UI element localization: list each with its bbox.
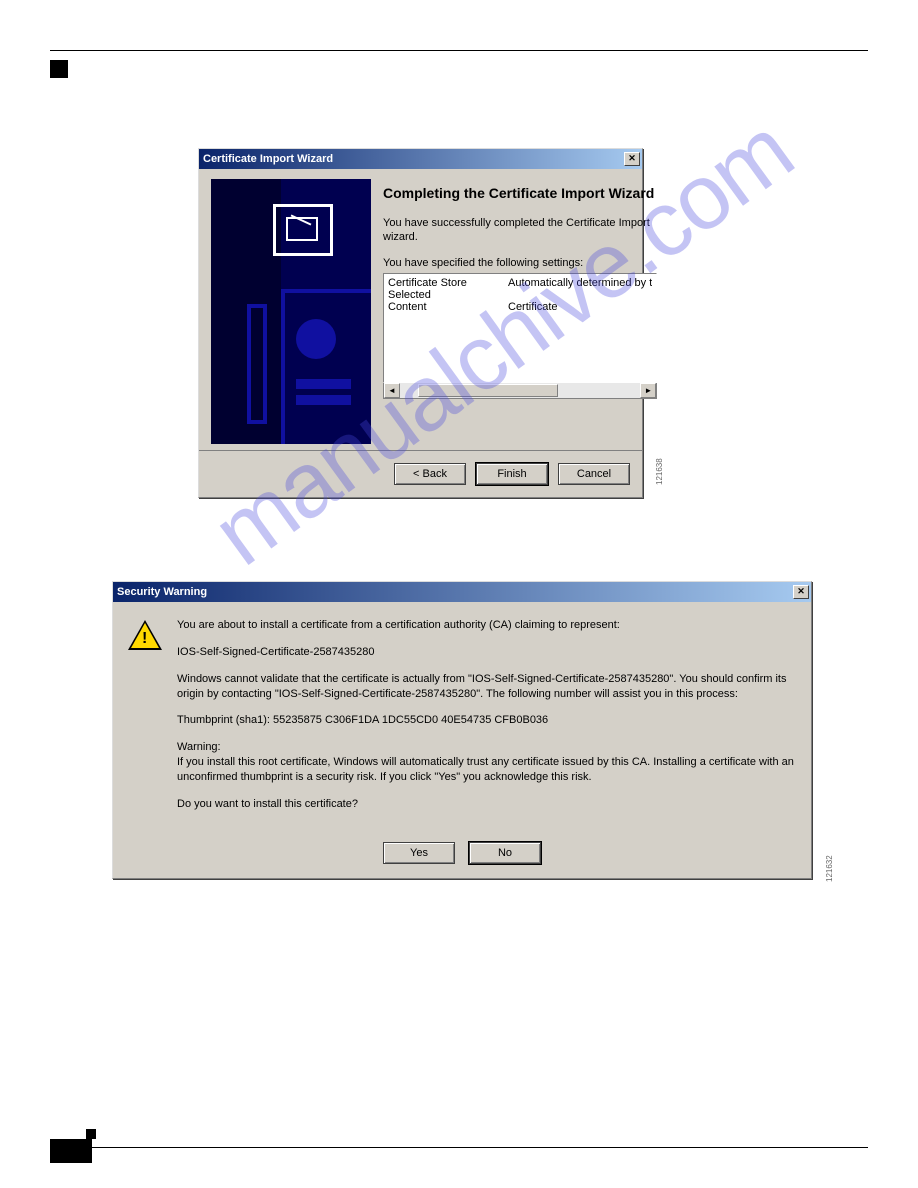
scroll-right-icon[interactable]: ► <box>640 383 656 398</box>
wizard-title-text: Certificate Import Wizard <box>203 153 333 165</box>
warning-button-row: Yes No <box>113 836 811 878</box>
wizard-settings-list: Certificate Store Selected Automatically… <box>383 273 657 383</box>
wizard-sidebar-graphic <box>211 179 371 444</box>
settings-key: Certificate Store Selected <box>388 277 508 301</box>
wizard-main: Completing the Certificate Import Wizard… <box>383 179 657 444</box>
scroll-left-icon[interactable]: ◄ <box>384 383 400 398</box>
warning-question: Do you want to install this certificate? <box>177 797 795 812</box>
warning-validate-text: Windows cannot validate that the certifi… <box>177 672 795 702</box>
wizard-body: Completing the Certificate Import Wizard… <box>199 169 642 450</box>
settings-value: Automatically determined by t <box>508 277 652 301</box>
warning-text-block: You are about to install a certificate f… <box>177 618 795 824</box>
warning-body: ! You are about to install a certificate… <box>113 602 811 836</box>
warning-triangle-icon: ! <box>129 620 161 652</box>
wizard-button-row: < Back Finish Cancel <box>199 450 642 497</box>
wizard-success-text: You have successfully completed the Cert… <box>383 216 657 245</box>
scroll-thumb[interactable] <box>418 384 558 397</box>
settings-row: Certificate Store Selected Automatically… <box>388 277 652 301</box>
warning-titlebar[interactable]: Security Warning ✕ <box>113 582 811 602</box>
no-button[interactable]: No <box>469 842 541 864</box>
scroll-track[interactable] <box>400 383 640 398</box>
wizard-titlebar[interactable]: Certificate Import Wizard ✕ <box>199 149 642 169</box>
yes-button[interactable]: Yes <box>383 842 455 864</box>
cancel-button[interactable]: Cancel <box>558 463 630 485</box>
horizontal-scrollbar[interactable]: ◄ ► <box>383 383 657 399</box>
settings-key: Content <box>388 301 508 313</box>
close-icon[interactable]: ✕ <box>624 152 640 166</box>
settings-value: Certificate <box>508 301 652 313</box>
warning-cert-name: IOS-Self-Signed-Certificate-2587435280 <box>177 645 795 660</box>
warning-label: Warning: <box>177 740 795 755</box>
warning-risk-text: If you install this root certificate, Wi… <box>177 755 795 785</box>
finish-button[interactable]: Finish <box>476 463 548 485</box>
certificate-import-wizard-dialog: Certificate Import Wizard ✕ Completing t… <box>198 148 643 498</box>
warning-thumbprint: Thumbprint (sha1): 55235875 C306F1DA 1DC… <box>177 713 795 728</box>
close-icon[interactable]: ✕ <box>793 585 809 599</box>
back-button[interactable]: < Back <box>394 463 466 485</box>
figure-id-label: 121632 <box>825 855 834 882</box>
wizard-settings-label: You have specified the following setting… <box>383 256 657 270</box>
page-top-marker <box>50 60 68 78</box>
wizard-heading: Completing the Certificate Import Wizard <box>383 185 657 202</box>
security-warning-dialog: Security Warning ✕ ! You are about to in… <box>112 581 812 879</box>
warning-intro: You are about to install a certificate f… <box>177 618 795 633</box>
settings-row: Content Certificate <box>388 301 652 313</box>
figure-id-label: 121638 <box>655 458 664 485</box>
page-bottom-marker <box>50 1139 92 1163</box>
warning-title-text: Security Warning <box>117 586 207 598</box>
